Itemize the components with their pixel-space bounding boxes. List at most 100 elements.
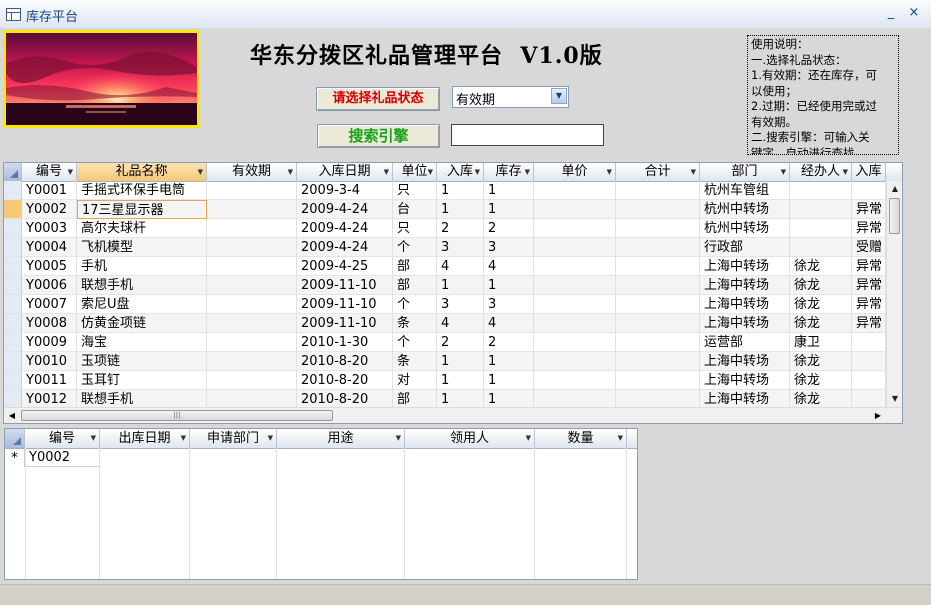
cell-validity[interactable] <box>207 181 297 200</box>
cell-in-qty[interactable]: 1 <box>437 200 484 219</box>
cell-in-type[interactable] <box>852 352 886 371</box>
cell-unit[interactable]: 部 <box>393 257 437 276</box>
cell-total[interactable] <box>616 257 700 276</box>
cell-total[interactable] <box>616 219 700 238</box>
cell-price[interactable] <box>534 219 616 238</box>
search-button[interactable]: 搜索引擎 <box>317 124 440 148</box>
outbound-subgrid[interactable]: 编号 ▼ 出库日期 ▼ 申请部门 ▼ 用途 ▼ 领用人 ▼ 数量 ▼ * Y0002 <box>4 428 638 580</box>
record-selector[interactable] <box>4 371 22 390</box>
select-all-corner[interactable] <box>4 163 22 181</box>
column-header-name[interactable]: 礼品名称 ▼ <box>77 163 207 181</box>
cell-stock[interactable]: 1 <box>484 276 534 295</box>
cell-stock[interactable]: 2 <box>484 333 534 352</box>
cell-dept[interactable]: 运营部 <box>700 333 790 352</box>
cell-validity[interactable] <box>207 295 297 314</box>
cell-in-qty[interactable]: 1 <box>437 371 484 390</box>
cell-in-qty[interactable]: 1 <box>437 181 484 200</box>
search-input[interactable] <box>451 124 604 146</box>
cell-id[interactable]: Y0002 <box>22 200 77 219</box>
column-header-validity[interactable]: 有效期 ▼ <box>207 163 297 181</box>
table-row[interactable]: Y0002 17三星显示器 2009-4-24 台 1 1 杭州中转场 异常 <box>4 200 886 219</box>
cell-dept[interactable]: 杭州中转场 <box>700 200 790 219</box>
scroll-left-icon[interactable]: ◀ <box>4 408 20 423</box>
cell-dept[interactable]: 上海中转场 <box>700 276 790 295</box>
cell-id[interactable]: Y0011 <box>22 371 77 390</box>
cell-name[interactable]: 17三星显示器 <box>77 200 207 219</box>
chevron-down-icon[interactable]: ▼ <box>551 88 567 104</box>
cell-validity[interactable] <box>207 371 297 390</box>
cell-handler[interactable] <box>790 200 852 219</box>
cell-stock[interactable]: 1 <box>484 200 534 219</box>
cell-dept[interactable]: 行政部 <box>700 238 790 257</box>
cell-handler[interactable]: 徐龙 <box>790 295 852 314</box>
cell-id[interactable]: Y0007 <box>22 295 77 314</box>
cell-in-qty[interactable]: 1 <box>437 276 484 295</box>
cell-price[interactable] <box>534 200 616 219</box>
cell-in-date[interactable]: 2009-11-10 <box>297 314 393 333</box>
cell-unit[interactable]: 只 <box>393 181 437 200</box>
column-header-in-type[interactable]: 入库 <box>852 163 886 181</box>
cell-stock[interactable]: 4 <box>484 314 534 333</box>
cell-dept[interactable]: 上海中转场 <box>700 257 790 276</box>
cell-unit[interactable]: 个 <box>393 333 437 352</box>
table-row[interactable]: Y0007 索尼U盘 2009-11-10 个 3 3 上海中转场 徐龙 异常 <box>4 295 886 314</box>
cell-handler[interactable]: 徐龙 <box>790 257 852 276</box>
column-header-id[interactable]: 编号 ▼ <box>22 163 77 181</box>
table-row[interactable]: Y0011 玉耳钉 2010-8-20 对 1 1 上海中转场 徐龙 <box>4 371 886 390</box>
cell-price[interactable] <box>534 314 616 333</box>
table-row[interactable]: Y0008 仿黄金项链 2009-11-10 条 4 4 上海中转场 徐龙 异常 <box>4 314 886 333</box>
table-row[interactable]: Y0004 飞机模型 2009-4-24 个 3 3 行政部 受赠 <box>4 238 886 257</box>
cell-in-type[interactable]: 异常 <box>852 276 886 295</box>
cell-unit[interactable]: 条 <box>393 314 437 333</box>
record-selector[interactable] <box>4 200 22 219</box>
cell-total[interactable] <box>616 238 700 257</box>
record-selector[interactable] <box>4 295 22 314</box>
cell-validity[interactable] <box>207 219 297 238</box>
cell-in-type[interactable]: 异常 <box>852 219 886 238</box>
cell-in-date[interactable]: 2009-4-25 <box>297 257 393 276</box>
vertical-scrollbar[interactable]: ▲ ▼ <box>886 181 902 407</box>
cell-price[interactable] <box>534 276 616 295</box>
cell-in-type[interactable]: 受赠 <box>852 238 886 257</box>
cell-in-qty[interactable]: 3 <box>437 238 484 257</box>
cell-total[interactable] <box>616 333 700 352</box>
cell-unit[interactable]: 条 <box>393 352 437 371</box>
cell-name[interactable]: 玉项链 <box>77 352 207 371</box>
cell-in-date[interactable]: 2009-11-10 <box>297 276 393 295</box>
cell-handler[interactable]: 徐龙 <box>790 371 852 390</box>
cell-total[interactable] <box>616 295 700 314</box>
cell-id[interactable]: Y0005 <box>22 257 77 276</box>
sub-column-header-dept[interactable]: 申请部门 ▼ <box>190 429 277 448</box>
cell-name[interactable]: 仿黄金项链 <box>77 314 207 333</box>
cell-id[interactable]: Y0006 <box>22 276 77 295</box>
column-header-total[interactable]: 合计 ▼ <box>616 163 700 181</box>
cell-id[interactable]: Y0010 <box>22 352 77 371</box>
record-selector[interactable] <box>4 314 22 333</box>
horizontal-scroll-thumb[interactable]: ||| <box>21 410 333 421</box>
cell-dept[interactable]: 上海中转场 <box>700 371 790 390</box>
record-selector[interactable] <box>4 333 22 352</box>
cell-price[interactable] <box>534 371 616 390</box>
cell-unit[interactable]: 个 <box>393 295 437 314</box>
cell-in-date[interactable]: 2009-4-24 <box>297 200 393 219</box>
cell-dept[interactable]: 杭州车管组 <box>700 181 790 200</box>
new-record-marker[interactable]: * <box>5 448 25 467</box>
close-button[interactable]: × <box>905 4 923 22</box>
cell-in-date[interactable]: 2010-8-20 <box>297 352 393 371</box>
cell-name[interactable]: 海宝 <box>77 333 207 352</box>
cell-stock[interactable]: 1 <box>484 352 534 371</box>
cell-validity[interactable] <box>207 333 297 352</box>
sub-column-header-purpose[interactable]: 用途 ▼ <box>277 429 405 448</box>
cell-name[interactable]: 高尔夫球杆 <box>77 219 207 238</box>
cell-in-type[interactable]: 异常 <box>852 200 886 219</box>
cell-total[interactable] <box>616 352 700 371</box>
cell-dept[interactable]: 上海中转场 <box>700 314 790 333</box>
record-selector[interactable] <box>4 352 22 371</box>
sub-column-header-out-date[interactable]: 出库日期 ▼ <box>100 429 190 448</box>
cell-price[interactable] <box>534 352 616 371</box>
cell-price[interactable] <box>534 181 616 200</box>
column-header-dept[interactable]: 部门 ▼ <box>700 163 790 181</box>
cell-in-date[interactable]: 2009-4-24 <box>297 238 393 257</box>
cell-total[interactable] <box>616 314 700 333</box>
column-header-in-date[interactable]: 入库日期 ▼ <box>297 163 393 181</box>
